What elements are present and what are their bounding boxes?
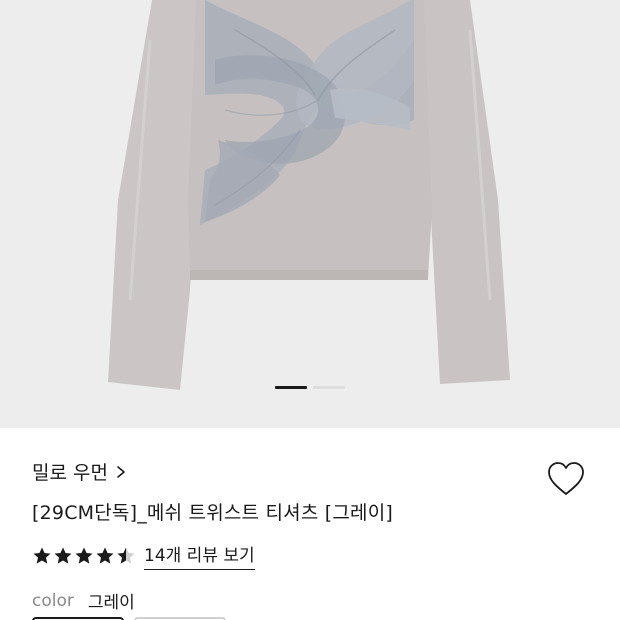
star-icon	[96, 547, 114, 564]
color-label: color	[32, 590, 74, 611]
color-value: 그레이	[87, 593, 135, 613]
brand-name[interactable]: 밀로 우먼	[32, 458, 108, 485]
color-option-row: color 그레이	[32, 588, 135, 614]
product-info: 밀로 우먼 [29CM단독]_메쉬 트위스트 티셔츠 [그레이] 14개 리뷰 …	[0, 428, 620, 620]
rating-stars	[32, 546, 136, 566]
heart-outline-icon[interactable]	[546, 460, 586, 498]
chevron-right-icon	[117, 465, 125, 478]
review-link[interactable]: 14개 리뷰 보기	[144, 541, 255, 570]
star-icon	[75, 547, 93, 564]
pager-dot-active[interactable]	[275, 386, 307, 389]
product-photo	[108, 0, 510, 390]
pager-dot[interactable]	[313, 386, 345, 389]
star-half-icon	[117, 547, 135, 564]
star-icon	[54, 547, 72, 564]
brand-link[interactable]: 밀로 우먼	[32, 458, 128, 485]
rating-row: 14개 리뷰 보기	[32, 541, 255, 570]
product-image-gallery[interactable]	[0, 0, 620, 428]
product-title: [29CM단독]_메쉬 트위스트 티셔츠 [그레이]	[32, 502, 394, 524]
gallery-pager[interactable]	[0, 386, 620, 390]
star-icon	[33, 547, 51, 564]
